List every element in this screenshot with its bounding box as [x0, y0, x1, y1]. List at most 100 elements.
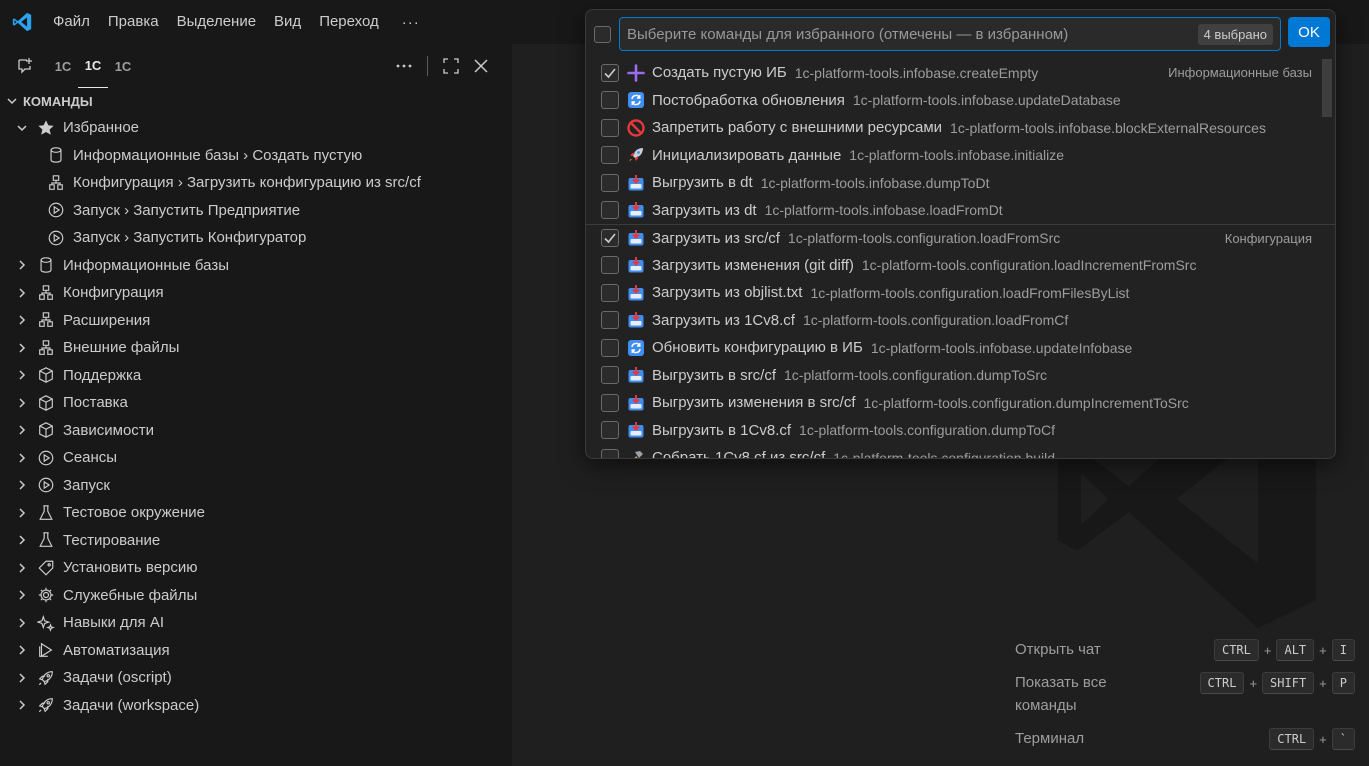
item-checkbox[interactable] [601, 393, 619, 412]
menu-bar: Файл Правка Выделение Вид Переход ··· [44, 0, 434, 44]
plus-icon [627, 63, 645, 82]
item-label: Загрузить из src/cf [652, 229, 780, 247]
tree-group-item[interactable]: Задачи (oscript) [0, 664, 512, 692]
more-actions-icon[interactable] [391, 53, 417, 79]
maximize-icon[interactable] [438, 53, 464, 79]
quick-pick-item[interactable]: Инициализировать данные 1c-platform-tools… [586, 142, 1335, 170]
tab-1c-active[interactable]: 1С [78, 44, 108, 88]
menu-file[interactable]: Файл [44, 0, 99, 44]
quick-pick-item[interactable]: Загрузить из dt 1c-platform-tools.infobas… [586, 197, 1335, 225]
keycap: CTRL [1213, 639, 1259, 661]
tree-group-item[interactable]: Сеансы [0, 444, 512, 472]
chat-edit-icon[interactable] [4, 44, 48, 88]
tree-group-item[interactable]: Задачи (workspace) [0, 692, 512, 720]
item-checkbox[interactable] [601, 229, 619, 248]
favorite-item[interactable]: Информационные базы › Создать пустую [0, 142, 512, 170]
inbox-icon [627, 366, 645, 384]
quick-pick-item[interactable]: Загрузить из src/cf 1c-platform-tools.con… [586, 224, 1335, 252]
tree-group-item[interactable]: Конфигурация [0, 279, 512, 307]
item-checkbox[interactable] [601, 311, 619, 330]
rocket-icon [36, 695, 56, 715]
quick-pick-item[interactable]: Загрузить изменения (git diff) 1c-platfor… [586, 252, 1335, 280]
tree-group-item[interactable]: Поддержка [0, 362, 512, 390]
item-command-id: 1c-platform-tools.configuration.build [833, 449, 1056, 459]
menu-selection[interactable]: Выделение [168, 0, 265, 44]
menu-more-button[interactable]: ··· [388, 14, 434, 31]
item-checkbox[interactable] [601, 118, 619, 137]
item-label: Постобработка обновления [652, 91, 845, 109]
favorites-list: Информационные базы › Создать пустую Конф… [0, 142, 512, 252]
quick-pick-header: 4 выбрано OK [586, 10, 1335, 58]
menu-edit[interactable]: Правка [99, 0, 168, 44]
keycap: P [1331, 672, 1355, 694]
item-command-id: 1c-platform-tools.configuration.dumpToCf [799, 422, 1056, 439]
quick-pick-item[interactable]: Загрузить из 1Cv8.cf 1c-platform-tools.co… [586, 307, 1335, 335]
commands-section-header[interactable]: КОМАНДЫ [0, 88, 512, 114]
item-checkbox[interactable] [601, 448, 619, 458]
tree-group-item[interactable]: Тестовое окружение [0, 499, 512, 527]
item-checkbox[interactable] [601, 173, 619, 192]
quick-pick-item[interactable]: Выгрузить в dt 1c-platform-tools.infobase… [586, 169, 1335, 197]
item-checkbox[interactable] [601, 256, 619, 275]
plus-separator: + [1319, 731, 1327, 747]
tree-group-item[interactable]: Поставка [0, 389, 512, 417]
item-label: Загрузить из dt [652, 201, 757, 219]
package-icon [36, 393, 56, 413]
quick-pick-item[interactable]: Создать пустую ИБ 1c-platform-tools.infob… [586, 59, 1335, 87]
tree-group-item[interactable]: Внешние файлы [0, 334, 512, 362]
tree-group-item[interactable]: Зависимости [0, 417, 512, 445]
tree-group-item[interactable]: Информационные базы [0, 252, 512, 280]
plus-separator: + [1319, 675, 1327, 691]
tree-group-item[interactable]: Служебные файлы [0, 582, 512, 610]
tree-group-item[interactable]: Запуск [0, 472, 512, 500]
shortcut-keys: CTRL + ALT + I [1213, 638, 1355, 661]
item-label: Выгрузить в dt [652, 174, 753, 192]
shortcut-label: Открыть чат [1015, 641, 1101, 658]
select-all-checkbox[interactable] [594, 26, 611, 43]
item-checkbox[interactable] [601, 91, 619, 110]
item-checkbox[interactable] [601, 366, 619, 385]
quick-pick-item[interactable]: Постобработка обновления 1c-platform-tool… [586, 87, 1335, 115]
item-checkbox[interactable] [601, 201, 619, 220]
item-label: Создать пустую ИБ [652, 64, 787, 82]
favorite-item[interactable]: Запуск › Запустить Конфигуратор [0, 224, 512, 252]
quick-pick-item[interactable]: Выгрузить изменения в src/cf 1c-platform-… [586, 389, 1335, 417]
tab-1c-third[interactable]: 1С [108, 44, 138, 88]
close-icon[interactable] [468, 53, 494, 79]
menu-go[interactable]: Переход [310, 0, 388, 44]
tree-group-item[interactable]: Расширения [0, 307, 512, 335]
tab-1c-first[interactable]: 1С [48, 44, 78, 88]
favorite-item[interactable]: Запуск › Запустить Предприятие [0, 197, 512, 225]
item-checkbox[interactable] [601, 421, 619, 440]
quick-pick-item[interactable]: Обновить конфигурацию в ИБ 1c-platform-to… [586, 334, 1335, 362]
keycap: SHIFT [1262, 672, 1315, 694]
item-command-id: 1c-platform-tools.configuration.dumpToSr… [784, 367, 1048, 384]
quick-pick-item[interactable]: Запретить работу с внешними ресурсами 1c-… [586, 114, 1335, 142]
plus-separator: + [1249, 675, 1258, 691]
tree-group-label: Поставка [63, 394, 128, 412]
menu-view[interactable]: Вид [265, 0, 310, 44]
favorite-item[interactable]: Конфигурация › Загрузить конфигурацию из… [0, 169, 512, 197]
tree-group-item[interactable]: Автоматизация [0, 637, 512, 665]
tree-group-item[interactable]: Тестирование [0, 527, 512, 555]
tree-group-item[interactable]: Установить версию [0, 554, 512, 582]
item-checkbox[interactable] [601, 146, 619, 165]
chevron-right-icon [14, 422, 30, 438]
item-label: Инициализировать данные [652, 146, 842, 164]
quick-pick-item[interactable]: Выгрузить в src/cf 1c-platform-tools.conf… [586, 362, 1335, 390]
quick-pick-input[interactable] [627, 25, 1198, 43]
quick-pick-input-box[interactable]: 4 выбрано [619, 17, 1281, 51]
quick-pick-scrollbar[interactable] [1322, 59, 1332, 117]
tree-group-item[interactable]: Навыки для AI [0, 609, 512, 637]
tree-item-favorites[interactable]: Избранное [0, 114, 512, 142]
tree-group-label: Запуск [63, 476, 110, 494]
favorite-item-label: Запуск › Запустить Предприятие [73, 201, 301, 219]
quick-pick-item[interactable]: Выгрузить в 1Cv8.cf 1c-platform-tools.con… [586, 417, 1335, 445]
quick-pick-item[interactable]: Загрузить из objlist.txt 1c-platform-tool… [586, 279, 1335, 307]
item-checkbox[interactable] [601, 338, 619, 357]
ok-button[interactable]: OK [1288, 17, 1330, 47]
quick-pick-item[interactable]: Собрать 1Cv8.cf из src/cf 1c-platform-too… [586, 444, 1335, 459]
refresh-icon [627, 91, 645, 109]
item-checkbox[interactable] [601, 283, 619, 302]
item-checkbox[interactable] [601, 63, 619, 82]
